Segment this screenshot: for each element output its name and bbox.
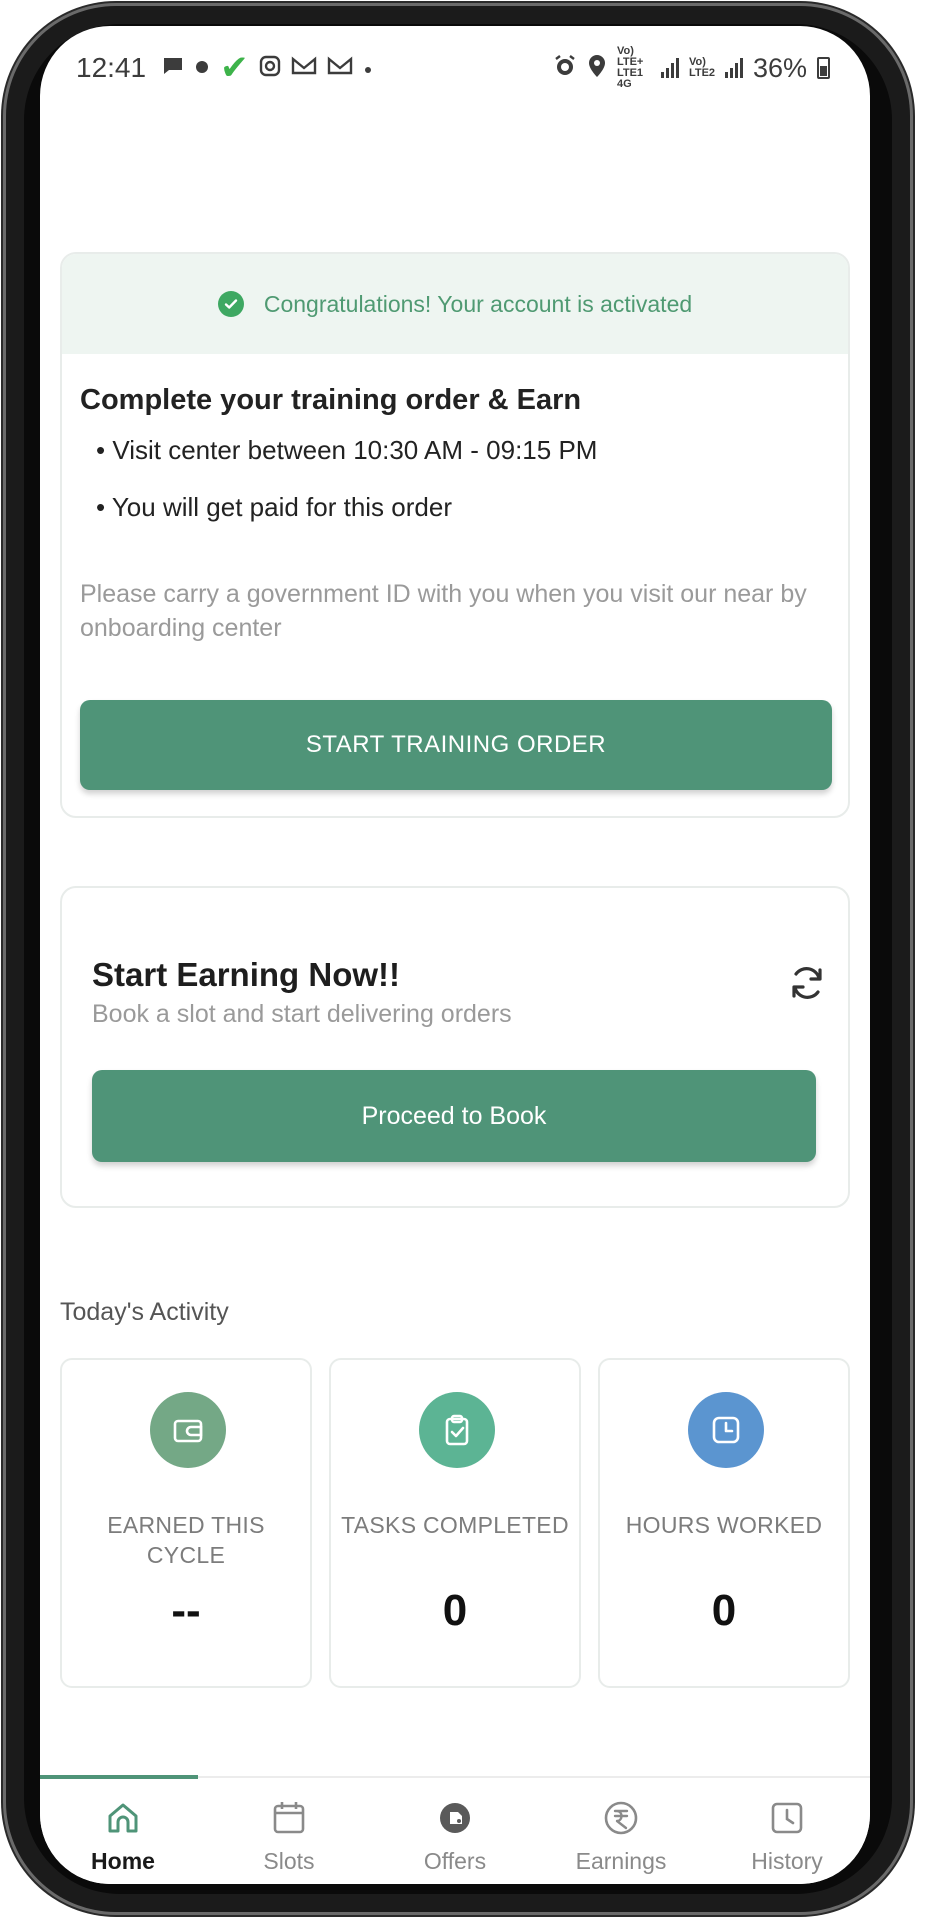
activation-banner: Congratulations! Your account is activat…	[62, 254, 848, 354]
clock-icon	[712, 1416, 740, 1444]
nav-label: History	[751, 1848, 823, 1874]
stat-icon-circle	[150, 1392, 226, 1468]
signal-icon	[724, 58, 743, 78]
battery-percent: 36%	[752, 52, 807, 83]
start-training-order-button[interactable]: START TRAINING ORDER	[80, 700, 832, 790]
earning-subtitle: Book a slot and start delivering orders	[92, 1000, 512, 1028]
offers-icon	[440, 1803, 470, 1833]
clipboard-check-icon	[445, 1414, 469, 1446]
earning-title: Start Earning Now!!	[92, 956, 401, 993]
location-icon	[587, 54, 607, 83]
training-title: Complete your training order & Earn	[80, 384, 582, 416]
dot-icon	[194, 56, 210, 80]
nav-label: Offers	[423, 1848, 487, 1874]
calendar-icon	[273, 1802, 305, 1834]
status-right: Vo) LTE+ LTE1 4G Vo) LTE2 36%	[553, 46, 830, 90]
bottom-navigation: Home Slots Offers Earnings History	[40, 1775, 870, 1884]
nav-label: Earnings	[575, 1848, 667, 1874]
app-screen: 12:41 ✔ Vo) LTE+ LTE1 4G Vo) LTE2 36% Co…	[40, 26, 870, 1884]
stat-icon-circle	[688, 1392, 764, 1468]
active-tab-indicator	[40, 1775, 198, 1779]
proceed-to-book-button[interactable]: Proceed to Book	[92, 1070, 816, 1162]
training-body: Complete your training order & Earn • Vi…	[62, 354, 848, 645]
stat-card-tasks[interactable]: TASKS COMPLETED 0	[329, 1358, 581, 1688]
nav-label: Slots	[263, 1848, 315, 1874]
nav-slots[interactable]: Slots	[206, 1778, 372, 1884]
training-order-card: Congratulations! Your account is activat…	[60, 252, 850, 818]
banner-text: Congratulations! Your account is activat…	[263, 290, 693, 317]
network-label-2: Vo) LTE2	[688, 56, 716, 79]
history-icon	[771, 1802, 803, 1834]
wallet-icon	[173, 1419, 203, 1443]
nav-home[interactable]: Home	[40, 1778, 206, 1884]
training-bullet: • You will get paid for this order	[96, 492, 452, 522]
more-dot-icon	[363, 56, 373, 80]
stat-label: EARNED THIS CYCLE	[107, 1512, 265, 1568]
todays-activity-heading: Today's Activity	[60, 1298, 229, 1326]
alarm-icon	[553, 54, 577, 83]
training-bullet: • Visit center between 10:30 AM - 09:15 …	[96, 435, 598, 465]
stat-label: TASKS COMPLETED	[341, 1512, 569, 1538]
status-time: 12:41	[76, 52, 147, 83]
check-icon: ✔	[220, 49, 249, 87]
network-label-1: Vo) LTE+ LTE1 4G	[616, 45, 644, 90]
instagram-icon	[259, 55, 281, 82]
nav-offers[interactable]: Offers	[372, 1778, 538, 1884]
rupee-icon	[604, 1801, 638, 1835]
refresh-icon[interactable]	[786, 962, 828, 1004]
stat-value: 0	[442, 1586, 468, 1635]
stat-label: HOURS WORKED	[625, 1512, 823, 1538]
check-circle-icon	[217, 291, 244, 317]
stat-card-hours[interactable]: HOURS WORKED 0	[598, 1358, 850, 1688]
stat-value: --	[171, 1586, 201, 1635]
status-left: 12:41 ✔	[76, 51, 373, 85]
stat-value: 0	[711, 1586, 737, 1635]
stat-card-earned[interactable]: EARNED THIS CYCLE --	[60, 1358, 312, 1688]
stat-icon-circle	[419, 1392, 495, 1468]
signal-icon	[660, 58, 679, 78]
battery-icon	[817, 57, 830, 79]
nav-history[interactable]: History	[704, 1778, 870, 1884]
mail-icon	[327, 55, 353, 81]
status-bar: 12:41 ✔ Vo) LTE+ LTE1 4G Vo) LTE2 36%	[40, 26, 870, 96]
start-earning-card: Start Earning Now!! Book a slot and star…	[60, 886, 850, 1208]
nav-earnings[interactable]: Earnings	[538, 1778, 704, 1884]
training-note: Please carry a government ID with you wh…	[80, 580, 807, 642]
mail-icon	[291, 55, 317, 81]
home-icon	[108, 1803, 138, 1833]
message-icon	[162, 55, 184, 82]
nav-label: Home	[91, 1848, 155, 1874]
